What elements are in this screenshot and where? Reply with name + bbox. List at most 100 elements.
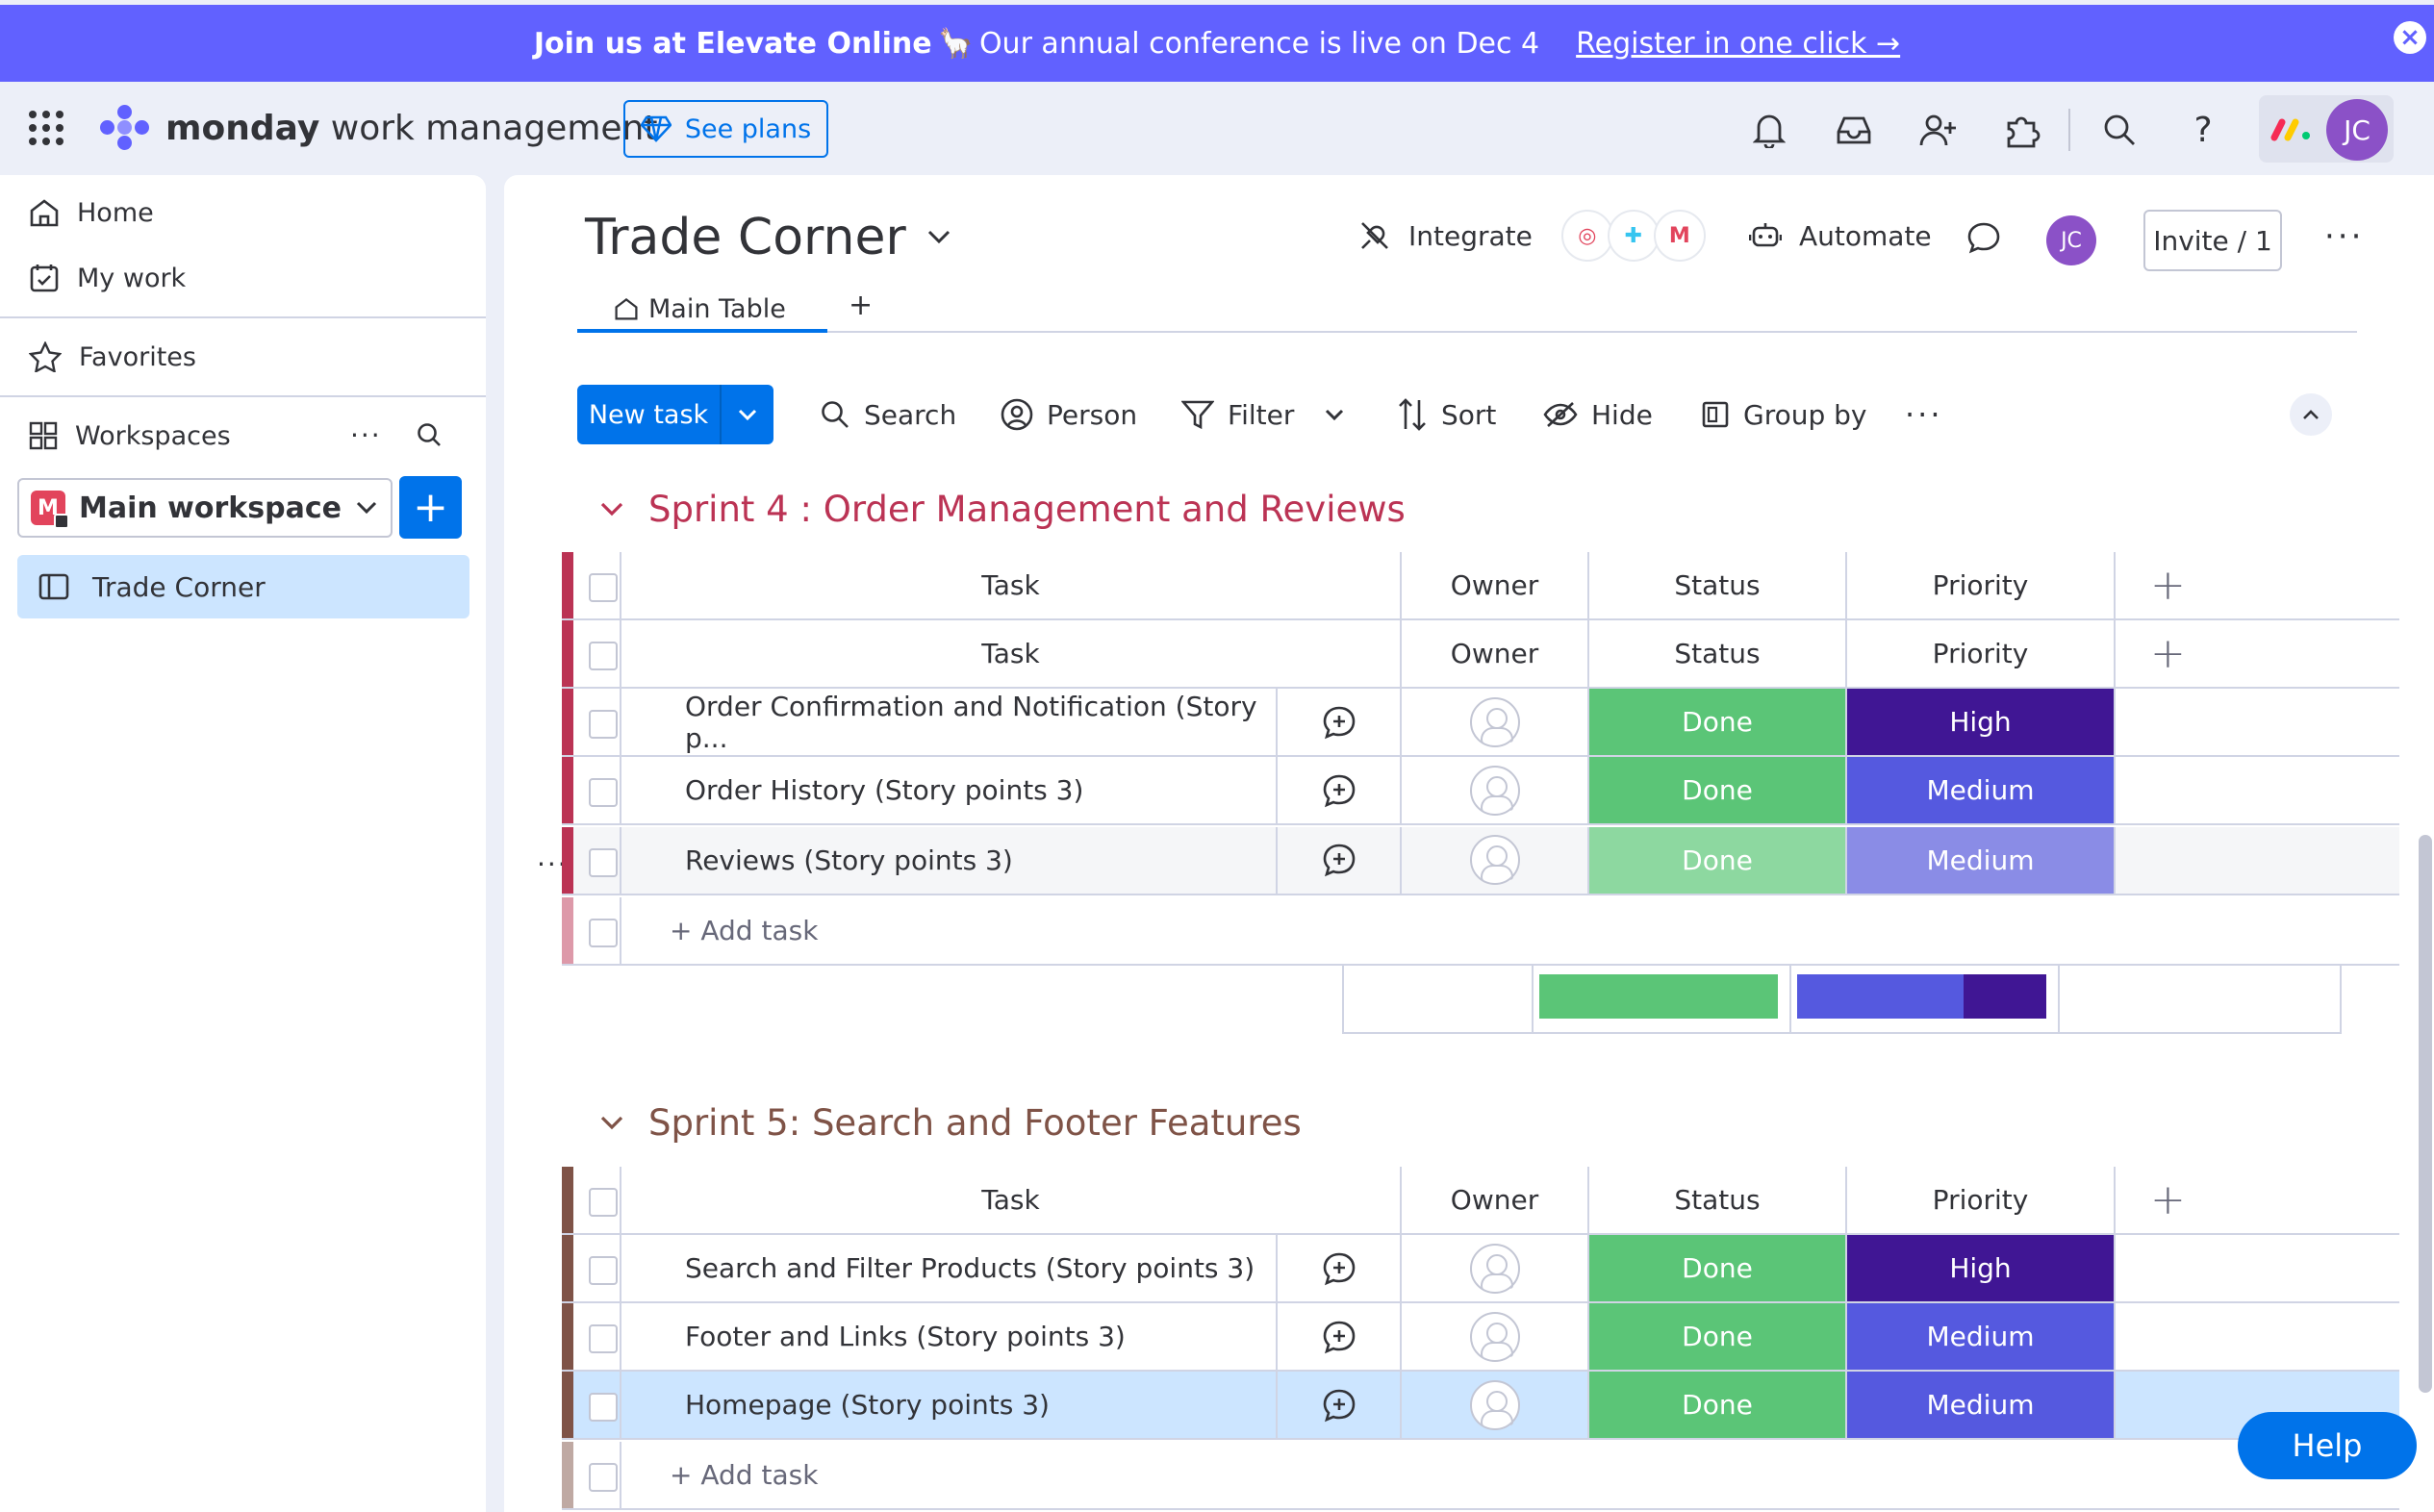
group-by-button[interactable]: Group by [1701, 385, 1867, 444]
monday-logo[interactable]: monday work management [100, 103, 657, 153]
apps-grid-icon[interactable] [29, 111, 63, 145]
column-header-owner[interactable]: Owner [1400, 1167, 1587, 1234]
collapse-toolbar-icon[interactable] [2290, 393, 2332, 436]
integrate-button[interactable]: Integrate ◎ ✚ M [1358, 210, 1706, 262]
row-checkbox[interactable] [589, 778, 618, 808]
status-badge[interactable]: Done [1587, 826, 1845, 894]
add-column-button[interactable]: + [2114, 620, 2399, 688]
tab-main-table[interactable]: Main Table [577, 289, 827, 333]
priority-summary-bar[interactable] [1797, 974, 2046, 1020]
add-update-icon[interactable] [1276, 826, 1400, 894]
priority-badge[interactable]: High [1845, 1235, 2114, 1302]
filter-button[interactable]: Filter [1181, 385, 1344, 444]
chevron-down-icon[interactable] [600, 1116, 623, 1131]
scrollbar[interactable] [2419, 835, 2432, 1393]
invite-member-icon[interactable] [1917, 109, 1960, 151]
column-header-owner[interactable]: Owner [1400, 620, 1587, 688]
column-header-owner[interactable]: Owner [1400, 552, 1587, 619]
add-view-button[interactable]: + [849, 289, 873, 322]
column-header-row[interactable]: Task Owner Status Priority + [562, 620, 2399, 690]
more-options-icon[interactable]: ··· [350, 419, 382, 451]
task-name[interactable]: Search and Filter Products (Story points… [620, 1235, 1276, 1302]
add-task-row[interactable]: + Add task [562, 896, 2399, 966]
column-header-priority[interactable]: Priority [1845, 620, 2114, 688]
group-header-sprint-5[interactable]: Sprint 5: Search and Footer Features [600, 1102, 1302, 1144]
priority-badge[interactable]: Medium [1845, 1303, 2114, 1371]
close-icon[interactable]: × [2394, 21, 2426, 54]
task-name[interactable]: Footer and Links (Story points 3) [620, 1303, 1276, 1371]
chevron-down-icon[interactable] [720, 385, 773, 444]
owner-cell[interactable] [1400, 826, 1587, 894]
column-header-priority[interactable]: Priority [1845, 1167, 2114, 1234]
priority-badge[interactable]: Medium [1845, 1372, 2114, 1439]
add-task-row[interactable]: + Add task [562, 1441, 2399, 1510]
task-name[interactable]: Reviews (Story points 3) [620, 826, 1276, 894]
chevron-down-icon[interactable] [600, 502, 623, 517]
new-task-button[interactable]: New task [577, 385, 773, 444]
priority-badge[interactable]: High [1845, 689, 2114, 756]
sort-button[interactable]: Sort [1397, 385, 1496, 444]
board-user-avatar[interactable]: JC [2046, 215, 2096, 265]
apps-puzzle-icon[interactable] [2002, 109, 2044, 151]
add-task-input[interactable]: + Add task [620, 1441, 2399, 1508]
column-header-task[interactable]: Task [620, 1167, 1400, 1234]
column-header-status[interactable]: Status [1587, 1167, 1845, 1234]
row-checkbox[interactable] [589, 710, 618, 740]
add-update-icon[interactable] [1276, 1235, 1400, 1302]
row-checkbox[interactable] [589, 573, 618, 603]
add-update-icon[interactable] [1276, 1303, 1400, 1371]
board-title[interactable]: Trade Corner [585, 209, 951, 266]
sidebar-item-my-work[interactable]: My work [29, 254, 186, 302]
status-badge[interactable]: Done [1587, 1303, 1845, 1371]
help-button[interactable]: Help [2238, 1412, 2417, 1479]
search-icon[interactable] [2098, 109, 2141, 151]
add-item-button[interactable]: + [399, 476, 462, 539]
add-task-input[interactable]: + Add task [620, 896, 2399, 964]
column-header-row[interactable]: Task Owner Status Priority + [562, 1167, 2399, 1236]
person-filter-button[interactable]: Person [1001, 385, 1137, 444]
sidebar-item-workspaces[interactable]: Workspaces [29, 412, 231, 460]
column-header-row[interactable]: Task Owner Status Priority + [562, 552, 2399, 621]
column-header-priority[interactable]: Priority [1845, 552, 2114, 619]
column-header-task[interactable]: Task [620, 620, 1400, 688]
search-icon[interactable] [416, 421, 443, 452]
column-header-status[interactable]: Status [1587, 620, 1845, 688]
bell-icon[interactable] [1748, 109, 1790, 151]
table-row[interactable]: Footer and Links (Story points 3) Done Med… [562, 1303, 2399, 1373]
automate-button[interactable]: Automate [1749, 214, 1932, 258]
owner-cell[interactable] [1400, 1372, 1587, 1439]
table-row[interactable]: Reviews (Story points 3) Done Medium [562, 826, 2399, 895]
row-checkbox[interactable] [589, 918, 618, 947]
sidebar-item-favorites[interactable]: Favorites [29, 333, 196, 381]
owner-cell[interactable] [1400, 1235, 1587, 1302]
row-checkbox[interactable] [589, 1462, 618, 1492]
see-plans-button[interactable]: See plans [623, 100, 828, 158]
column-header-status[interactable]: Status [1587, 552, 1845, 619]
more-options-icon[interactable]: ··· [1905, 385, 1943, 444]
group-header-sprint-4[interactable]: Sprint 4 : Order Management and Reviews [600, 489, 1406, 530]
table-row[interactable]: Homepage (Story points 3) Done Medium [562, 1372, 2399, 1441]
add-column-button[interactable]: + [2114, 552, 2399, 619]
comment-icon[interactable] [1966, 221, 2001, 258]
task-name[interactable]: Homepage (Story points 3) [620, 1372, 1276, 1439]
workspace-selector[interactable]: M Main workspace [17, 478, 393, 538]
task-name[interactable]: Order Confirmation and Notification (Sto… [620, 689, 1276, 756]
add-update-icon[interactable] [1276, 757, 1400, 824]
search-button[interactable]: Search [820, 385, 956, 444]
invite-button[interactable]: Invite / 1 [2143, 210, 2282, 271]
status-badge[interactable]: Done [1587, 1372, 1845, 1439]
help-icon[interactable]: ? [2182, 109, 2224, 151]
table-row[interactable]: Search and Filter Products (Story points… [562, 1235, 2399, 1304]
status-badge[interactable]: Done [1587, 757, 1845, 824]
register-link[interactable]: Register in one click → [1576, 27, 1900, 61]
status-badge[interactable]: Done [1587, 689, 1845, 756]
priority-badge[interactable]: Medium [1845, 757, 2114, 824]
owner-cell[interactable] [1400, 689, 1587, 756]
row-checkbox[interactable] [589, 642, 618, 671]
row-checkbox[interactable] [589, 1393, 618, 1423]
add-column-button[interactable]: + [2114, 1167, 2399, 1234]
sidebar-item-trade-corner[interactable]: Trade Corner [17, 555, 469, 618]
status-summary-bar[interactable] [1539, 974, 1778, 1020]
add-update-icon[interactable] [1276, 689, 1400, 756]
row-checkbox[interactable] [589, 847, 618, 877]
